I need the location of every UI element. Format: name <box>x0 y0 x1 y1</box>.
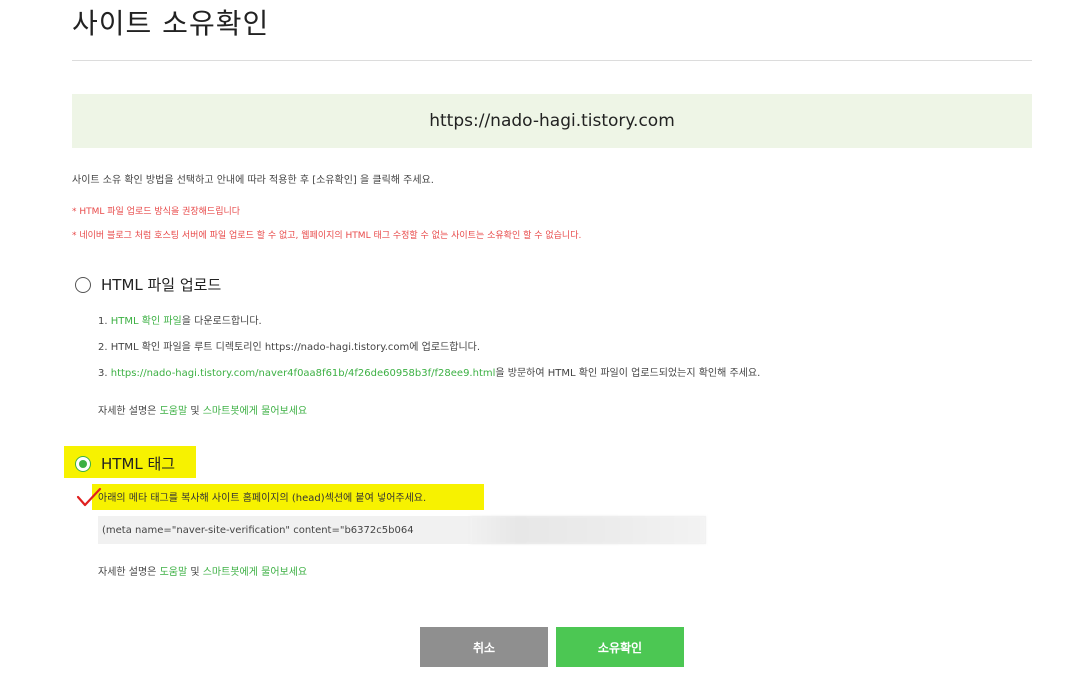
option-html-file-upload-label: HTML 파일 업로드 <box>101 276 222 294</box>
radio-html-file-upload[interactable] <box>75 276 91 293</box>
instruction-text: 사이트 소유 확인 방법을 선택하고 안내에 따라 적용한 후 [소유확인] 을… <box>72 175 434 186</box>
verification-file-url-link[interactable]: https://nado-hagi.tistory.com/naver4f0aa… <box>111 368 496 379</box>
page-title: 사이트 소유확인 <box>72 7 270 40</box>
download-html-file-link[interactable]: HTML 확인 파일 <box>111 316 182 327</box>
blurred-verification-code <box>470 516 706 544</box>
file-step-1: 1. HTML 확인 파일을 다운로드합니다. <box>98 312 262 327</box>
file-step-1-suffix: 을 다운로드합니다. <box>181 316 262 327</box>
smartbot-link[interactable]: 스마트봇에게 물어보세요 <box>203 567 307 578</box>
file-step-3-suffix: 을 방문하여 HTML 확인 파일이 업로드되었는지 확인해 주세요. <box>495 368 761 379</box>
file-step-3: 3. https://nado-hagi.tistory.com/naver4f… <box>98 364 760 379</box>
note-restriction: * 네이버 블로그 처럼 호스팅 서버에 파일 업로드 할 수 없고, 웹페이지… <box>72 231 582 241</box>
file-step-3-prefix: 3. <box>98 368 111 379</box>
site-url-box: https://nado-hagi.tistory.com <box>72 94 1032 148</box>
title-divider <box>72 60 1032 61</box>
note-recommend: * HTML 파일 업로드 방식을 권장해드립니다 <box>72 207 241 217</box>
file-help-text: 자세한 설명은 도움말 및 스마트봇에게 물어보세요 <box>98 402 307 417</box>
file-step-1-prefix: 1. <box>98 316 111 327</box>
option-html-tag[interactable]: HTML 태그 <box>75 453 175 474</box>
meta-tag-instruction: 아래의 메타 태그를 복사해 사이트 홈페이지의 (head)섹션에 붙여 넣어… <box>98 493 427 504</box>
help-prefix: 자세한 설명은 <box>98 567 160 578</box>
help-mid: 및 <box>187 406 203 417</box>
site-url: https://nado-hagi.tistory.com <box>429 111 675 131</box>
tag-help-text: 자세한 설명은 도움말 및 스마트봇에게 물어보세요 <box>98 563 307 578</box>
help-mid: 및 <box>187 567 203 578</box>
radio-html-tag[interactable] <box>75 455 91 472</box>
meta-tag-code-text: (meta name="naver-site-verification" con… <box>102 524 414 536</box>
option-html-tag-label: HTML 태그 <box>101 455 176 473</box>
file-step-2: 2. HTML 확인 파일을 루트 디렉토리인 https://nado-hag… <box>98 342 481 353</box>
help-link[interactable]: 도움말 <box>160 567 188 578</box>
smartbot-link[interactable]: 스마트봇에게 물어보세요 <box>203 406 307 417</box>
help-prefix: 자세한 설명은 <box>98 406 160 417</box>
help-link[interactable]: 도움말 <box>160 406 188 417</box>
cancel-button[interactable]: 취소 <box>420 627 548 667</box>
option-html-file-upload[interactable]: HTML 파일 업로드 <box>75 274 221 295</box>
confirm-ownership-button[interactable]: 소유확인 <box>556 627 684 667</box>
